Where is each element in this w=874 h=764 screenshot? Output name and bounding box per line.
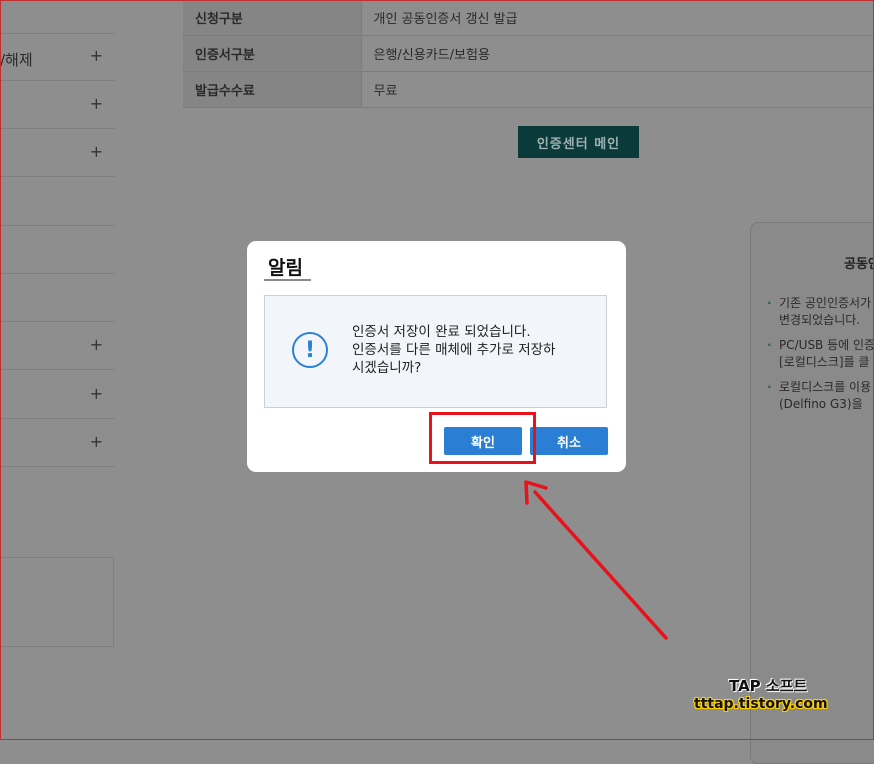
arrow-icon — [524, 480, 668, 640]
watermark-url: tttap.tistory.com — [694, 696, 828, 712]
watermark-title: TAP 소프트 — [729, 677, 808, 695]
